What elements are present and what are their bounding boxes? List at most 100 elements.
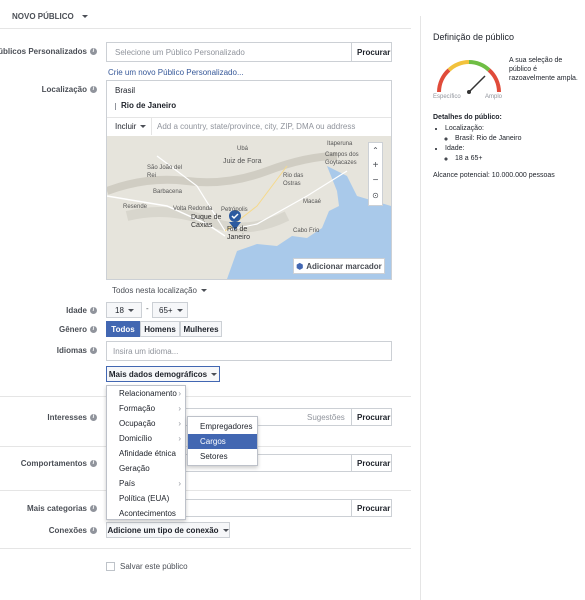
add-connection-label: Adicione um tipo de conexão xyxy=(107,525,219,535)
zoom-in-icon[interactable]: + xyxy=(369,158,382,173)
location-type-label: Todos nesta localização xyxy=(112,286,197,295)
menu-item-education[interactable]: Formação › xyxy=(107,401,185,416)
checkbox[interactable] xyxy=(106,562,115,571)
divider xyxy=(107,117,391,118)
info-icon: i xyxy=(90,48,97,55)
include-dropdown[interactable]: Incluir xyxy=(115,122,147,131)
info-icon: i xyxy=(90,326,97,333)
divider xyxy=(351,500,352,516)
zoom-out-icon[interactable]: − xyxy=(369,173,382,188)
gauge-icon xyxy=(437,60,501,94)
map-label: Macaé xyxy=(303,199,322,205)
menu-item-label: Política (EUA) xyxy=(119,494,170,503)
more-demographics-button[interactable]: Mais dados demográficos xyxy=(106,366,220,382)
gender-women-button[interactable]: Mulheres xyxy=(180,321,222,337)
divider xyxy=(351,43,352,61)
add-pin-label: Adicionar marcador xyxy=(306,261,382,271)
map-label: Barbacena xyxy=(153,189,183,195)
chevron-down-icon xyxy=(81,15,88,18)
chevron-right-icon: › xyxy=(178,434,181,443)
divider xyxy=(0,548,411,549)
interests-label: Interesses i xyxy=(47,413,97,422)
location-search-input[interactable]: Add a country, state/province, city, ZIP… xyxy=(157,122,355,131)
map-label: Campos dos Goytacazes xyxy=(325,152,359,166)
age-min-select[interactable]: 18 xyxy=(106,302,142,318)
add-connection-button[interactable]: Adicione um tipo de conexão xyxy=(106,522,230,538)
details-list: Localização: Brasil: Rio de Janeiro Idad… xyxy=(445,124,573,164)
map-label: Juiz de Fora xyxy=(223,158,262,165)
location-type-dropdown[interactable]: Todos nesta localização xyxy=(112,286,207,295)
location-box: Brasil Rio de Janeiro Incluir Add a coun… xyxy=(106,80,392,280)
map-label: Ubá xyxy=(237,146,249,152)
submenu-item-job-titles[interactable]: Cargos xyxy=(188,434,257,449)
chevron-down-icon xyxy=(200,289,207,292)
browse-button[interactable]: Procurar xyxy=(357,413,390,422)
language-input[interactable]: Insira um idioma... xyxy=(106,341,392,361)
more-categories-label: Mais categorias i xyxy=(27,504,97,513)
menu-item-label: Relacionamento xyxy=(119,389,177,398)
submenu-item-employers[interactable]: Empregadores xyxy=(188,419,257,434)
menu-item-life-events[interactable]: Acontecimentos xyxy=(107,506,185,521)
save-audience-checkbox-row[interactable]: Salvar este público xyxy=(106,562,188,571)
age-label: Idade i xyxy=(66,306,97,315)
location-country: Brasil xyxy=(115,86,136,95)
add-pin-button[interactable]: ⬢ Adicionar marcador xyxy=(293,258,385,274)
audience-gauge: Específico Amplo A sua seleção de públic… xyxy=(433,56,578,104)
menu-item-label: Acontecimentos xyxy=(119,509,176,518)
map-label: Petrópolis xyxy=(221,207,248,213)
detail-age-label: Idade: xyxy=(445,145,465,152)
chevron-down-icon xyxy=(140,125,147,128)
browse-button[interactable]: Procurar xyxy=(357,504,390,513)
submenu-item-industries[interactable]: Setores xyxy=(188,449,257,464)
page-title[interactable]: NOVO PÚBLICO xyxy=(12,12,88,21)
recenter-icon[interactable]: ⊙ xyxy=(369,188,382,203)
info-icon: i xyxy=(90,460,97,467)
age-max-select[interactable]: 65+ xyxy=(152,302,188,318)
age-separator: - xyxy=(146,304,149,313)
occupation-submenu: Empregadores Cargos Setores xyxy=(187,416,258,466)
info-icon: i xyxy=(90,505,97,512)
location-city-text: Rio de Janeiro xyxy=(121,101,177,110)
gender-all-button[interactable]: Todos xyxy=(106,321,140,337)
languages-label: Idiomas i xyxy=(57,346,97,355)
map-label: São João del Rei xyxy=(147,165,183,179)
tree-line xyxy=(115,103,117,110)
definition-title: Definição de público xyxy=(433,32,515,42)
menu-item-label: País xyxy=(119,479,136,488)
menu-item-generation[interactable]: Geração xyxy=(107,461,185,476)
menu-item-occupation[interactable]: Ocupação › xyxy=(107,416,185,431)
browse-button[interactable]: Procurar xyxy=(357,459,390,468)
menu-item-politics[interactable]: Política (EUA) xyxy=(107,491,185,506)
chevron-right-icon: › xyxy=(178,404,181,413)
map-label: Cabo Frio xyxy=(293,228,320,234)
map[interactable]: Juiz de Fora Campos dos Goytacazes Rio d… xyxy=(107,136,391,279)
info-icon: i xyxy=(90,307,97,314)
pin-icon: ⬢ xyxy=(296,261,304,271)
detail-location-label: Localização: xyxy=(445,125,484,132)
map-label: Rio de Janeiro xyxy=(227,226,250,241)
title-text: NOVO PÚBLICO xyxy=(12,12,74,21)
menu-item-country[interactable]: País › xyxy=(107,476,185,491)
menu-item-household[interactable]: Domicílio › xyxy=(107,431,185,446)
detail-location-value: Brasil: Rio de Janeiro xyxy=(455,134,573,144)
map-controls: ⌃ + − ⊙ xyxy=(368,142,383,206)
save-audience-label: Salvar este público xyxy=(120,562,188,571)
custom-audience-input[interactable]: Selecione um Público Personalizado Procu… xyxy=(106,42,392,62)
create-custom-audience-link[interactable]: Crie um novo Público Personalizado... xyxy=(108,68,244,77)
menu-item-ethnic-affinity[interactable]: Afinidade étnica xyxy=(107,446,185,461)
map-label: Volta Redonda xyxy=(173,206,213,212)
gender-men-button[interactable]: Homens xyxy=(140,321,180,337)
language-placeholder: Insira um idioma... xyxy=(113,347,179,356)
demographics-menu: Relacionamento › Formação › Ocupação › Domi… xyxy=(106,385,186,520)
audience-definition-panel: Definição de público Específico Amplo A … xyxy=(420,16,585,600)
info-icon: i xyxy=(90,527,97,534)
chevron-up-icon[interactable]: ⌃ xyxy=(369,143,382,158)
map-label: Resende xyxy=(123,204,148,210)
age-max-value: 65+ xyxy=(159,305,173,315)
browse-button[interactable]: Procurar xyxy=(357,48,390,57)
info-icon: i xyxy=(90,414,97,421)
suggestions-button[interactable]: Sugestões xyxy=(307,413,345,422)
chevron-right-icon: › xyxy=(178,419,181,428)
info-icon: i xyxy=(90,86,97,93)
menu-item-relationship[interactable]: Relacionamento › xyxy=(107,386,185,401)
